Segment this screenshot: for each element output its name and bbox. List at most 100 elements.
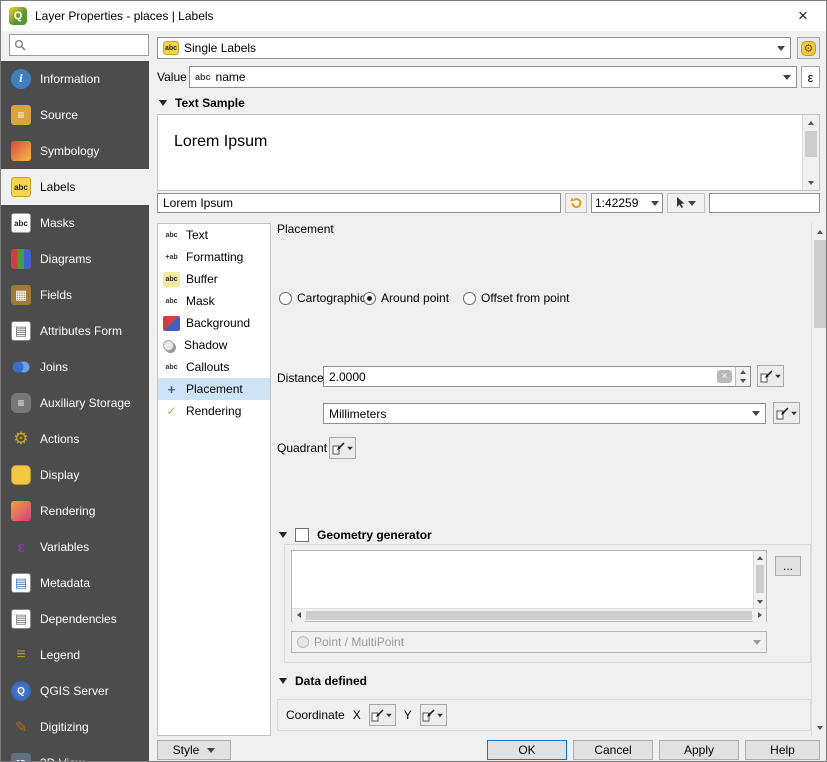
sidebar-item-display[interactable]: Display: [1, 457, 149, 493]
tab-shadow[interactable]: Shadow: [158, 334, 270, 356]
scrollbar-thumb[interactable]: [805, 131, 817, 157]
tab-callouts[interactable]: abcCallouts: [158, 356, 270, 378]
search-input[interactable]: [30, 38, 144, 52]
sidebar-item-actions[interactable]: ⚙Actions: [1, 421, 149, 457]
sidebar-item-source[interactable]: ≡Source: [1, 97, 149, 133]
label-mode-combo[interactable]: abc Single Labels: [157, 37, 791, 59]
quadrant-data-defined-override-button[interactable]: [329, 437, 356, 459]
geometry-type-combo[interactable]: Point / MultiPoint: [291, 631, 767, 653]
spin-down-icon[interactable]: [736, 377, 750, 387]
scrollbar-thumb[interactable]: [756, 565, 764, 593]
sidebar-item-3d-view[interactable]: 3D3D View: [1, 745, 149, 762]
extra-sample-field[interactable]: [709, 193, 820, 213]
preview-scrollbar[interactable]: [802, 115, 819, 190]
editor-horizontal-scrollbar[interactable]: [292, 608, 766, 621]
sidebar-item-information[interactable]: iInformation: [1, 61, 149, 97]
geometry-expression-editor[interactable]: [291, 550, 767, 622]
cancel-button[interactable]: Cancel: [573, 740, 653, 760]
geometry-generator-checkbox[interactable]: [295, 528, 309, 542]
close-button[interactable]: ×: [782, 1, 824, 31]
background-tab-icon: [163, 316, 180, 331]
scroll-right-icon[interactable]: [753, 609, 766, 622]
sidebar-item-labels[interactable]: abcLabels: [1, 169, 149, 205]
distance-units-combo[interactable]: Millimeters: [323, 403, 766, 424]
distance-spinbox[interactable]: ×: [323, 366, 751, 387]
sample-text-field[interactable]: [157, 193, 561, 213]
expression-more-button[interactable]: ...: [775, 556, 801, 576]
sidebar-item-dependencies[interactable]: ▤Dependencies: [1, 601, 149, 637]
tab-text[interactable]: abcText: [158, 224, 270, 246]
sidebar-item-diagrams[interactable]: Diagrams: [1, 241, 149, 277]
sidebar-search[interactable]: [9, 34, 149, 56]
text-sample-section-header[interactable]: Text Sample: [159, 96, 245, 110]
sidebar-item-rendering[interactable]: Rendering: [1, 493, 149, 529]
sidebar-item-variables[interactable]: εVariables: [1, 529, 149, 565]
scroll-down-icon[interactable]: [803, 175, 819, 190]
scrollbar-thumb[interactable]: [814, 240, 826, 328]
units-data-defined-override-button[interactable]: [773, 402, 800, 424]
scroll-up-icon[interactable]: [803, 115, 819, 130]
sidebar-item-legend[interactable]: ≡Legend: [1, 637, 149, 673]
sidebar-item-auxiliary-storage[interactable]: ≡Auxiliary Storage: [1, 385, 149, 421]
tab-mask[interactable]: abcMask: [158, 290, 270, 312]
legend-icon: ≡: [11, 645, 31, 665]
buffer-tab-icon: abc: [163, 272, 180, 287]
scroll-down-icon[interactable]: [754, 595, 766, 608]
text-sample-title: Text Sample: [175, 96, 245, 110]
help-button[interactable]: Help: [745, 740, 820, 760]
tab-buffer[interactable]: abcBuffer: [158, 268, 270, 290]
attributes-form-icon: ▤: [11, 321, 31, 341]
masks-icon: abc: [11, 213, 31, 233]
source-icon: ≡: [11, 105, 31, 125]
sample-text-input[interactable]: [163, 196, 555, 210]
sidebar-item-joins[interactable]: Joins: [1, 349, 149, 385]
reset-sample-button[interactable]: [565, 193, 587, 213]
radio-around-point[interactable]: Around point: [363, 291, 449, 305]
data-defined-icon: [371, 709, 384, 722]
extra-sample-input[interactable]: [715, 196, 814, 210]
expression-builder-button[interactable]: ε: [801, 66, 820, 88]
tab-placement[interactable]: +Placement: [158, 378, 270, 400]
data-defined-header[interactable]: Data defined: [279, 674, 367, 688]
chevron-down-icon: [386, 713, 392, 717]
chevron-down-icon: [775, 374, 781, 378]
value-field-name: name: [216, 70, 246, 84]
scroll-up-icon[interactable]: [812, 223, 827, 240]
clear-icon[interactable]: ×: [717, 370, 733, 383]
distance-input[interactable]: [329, 370, 717, 384]
distance-spinner[interactable]: [735, 367, 750, 386]
geometry-generator-header[interactable]: Geometry generator: [279, 528, 432, 542]
coordinate-x-override-button[interactable]: [369, 704, 396, 726]
value-field-combo[interactable]: abc name: [189, 66, 797, 88]
style-menu-button[interactable]: Style: [157, 740, 231, 760]
information-icon: i: [11, 69, 31, 89]
panel-scrollbar[interactable]: [811, 223, 827, 736]
scroll-up-icon[interactable]: [754, 551, 766, 564]
map-settings-button[interactable]: [667, 193, 705, 213]
sidebar-item-metadata[interactable]: ▤Metadata: [1, 565, 149, 601]
scroll-left-icon[interactable]: [292, 609, 305, 622]
sidebar-item-masks[interactable]: abcMasks: [1, 205, 149, 241]
sidebar-item-digitizing[interactable]: ✎Digitizing: [1, 709, 149, 745]
tab-rendering[interactable]: ✓Rendering: [158, 400, 270, 422]
sidebar-item-attributes-form[interactable]: ▤Attributes Form: [1, 313, 149, 349]
distance-label: Distance: [277, 371, 324, 385]
sidebar-item-symbology[interactable]: Symbology: [1, 133, 149, 169]
distance-data-defined-override-button[interactable]: [757, 365, 784, 387]
coordinate-y-override-button[interactable]: [420, 704, 447, 726]
radio-cartographic[interactable]: Cartographic: [279, 291, 366, 305]
radio-offset-from-point[interactable]: Offset from point: [463, 291, 569, 305]
sidebar-item-fields[interactable]: ▦Fields: [1, 277, 149, 313]
editor-vertical-scrollbar[interactable]: [753, 551, 766, 608]
tab-formatting[interactable]: +abFormatting: [158, 246, 270, 268]
tab-background[interactable]: Background: [158, 312, 270, 334]
apply-button[interactable]: Apply: [659, 740, 739, 760]
scrollbar-thumb[interactable]: [306, 611, 752, 620]
auto-placement-settings-button[interactable]: ⚙: [797, 37, 820, 59]
diagrams-icon: [11, 249, 31, 269]
sidebar-item-qgis-server[interactable]: QQGIS Server: [1, 673, 149, 709]
spin-up-icon[interactable]: [736, 367, 750, 377]
ok-button[interactable]: OK: [487, 740, 567, 760]
preview-scale-combo[interactable]: 1:42259: [591, 193, 663, 213]
scroll-down-icon[interactable]: [812, 719, 827, 736]
